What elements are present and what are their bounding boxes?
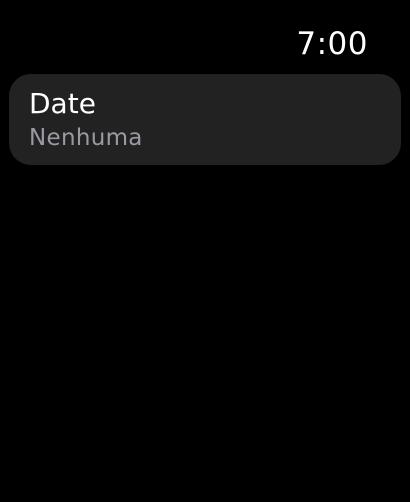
list-item-date[interactable]: Date Nenhuma: [9, 74, 401, 165]
list-item-title: Date: [29, 87, 96, 120]
clock-time: 7:00: [296, 26, 368, 62]
list-item-value: Nenhuma: [29, 125, 143, 151]
settings-list: Date Nenhuma: [9, 74, 401, 165]
status-bar: 7:00: [0, 0, 410, 70]
